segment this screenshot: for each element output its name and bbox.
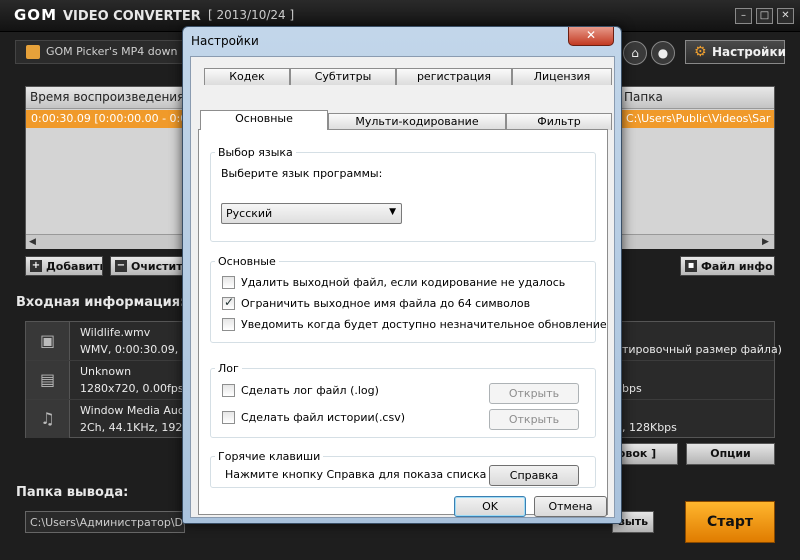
tab-codec[interactable]: Кодек bbox=[204, 68, 290, 85]
log-group: Лог Сделать лог файл (.log) Открыть Сдел… bbox=[210, 362, 596, 438]
make-log-label: Сделать лог файл (.log) bbox=[241, 384, 379, 397]
info-line: Wildlife.wmv bbox=[80, 326, 151, 339]
general-tab-page: Выбор языка Выберите язык программы: Рус… bbox=[198, 129, 608, 515]
hotkeys-group: Горячие клавиши Нажмите кнопку Справка д… bbox=[210, 450, 596, 488]
app-logo: GOM VIDEO CONVERTER bbox=[14, 6, 201, 24]
ok-button[interactable]: OK bbox=[454, 496, 526, 517]
chat-icon[interactable]: ● bbox=[651, 41, 675, 65]
checkmark-icon: ✓ bbox=[224, 295, 235, 309]
limit-filename-checkbox[interactable]: ✓ bbox=[222, 295, 235, 310]
tab-subtitles[interactable]: Субтитры bbox=[290, 68, 396, 85]
settings-dialog: Настройки ✕ Кодек Субтитры регистрация Л… bbox=[182, 26, 622, 524]
clear-button[interactable]: − Очистить bbox=[110, 256, 185, 276]
language-selected: Русский bbox=[226, 207, 273, 220]
clapperboard-icon: ▤ bbox=[26, 361, 70, 399]
home-icon[interactable]: ⌂ bbox=[623, 41, 647, 65]
info-icon: ▪ bbox=[685, 260, 697, 272]
options-button[interactable]: Опции bbox=[686, 443, 775, 465]
file-info-button[interactable]: ▪ Файл инфо bbox=[680, 256, 775, 276]
dialog-close-button[interactable]: ✕ bbox=[568, 27, 614, 46]
tab-registration[interactable]: регистрация bbox=[396, 68, 512, 85]
limit-filename-label: Ограничить выходное имя файла до 64 симв… bbox=[241, 297, 531, 310]
logo-product: VIDEO CONVERTER bbox=[63, 9, 201, 24]
delete-output-checkbox[interactable] bbox=[222, 276, 235, 289]
settings-label: Настройки bbox=[712, 45, 787, 59]
column-folder[interactable]: Папка bbox=[624, 90, 663, 104]
picker-text: GOM Picker's MP4 down bbox=[46, 45, 178, 58]
info-line: Unknown bbox=[80, 365, 132, 378]
start-button[interactable]: Старт bbox=[685, 501, 775, 543]
tab-multi-encoding[interactable]: Мульти-кодирование bbox=[328, 113, 506, 130]
info-value: bps bbox=[622, 382, 642, 395]
language-prompt: Выберите язык программы: bbox=[221, 167, 383, 180]
minus-icon: − bbox=[115, 260, 127, 272]
gear-icon: ⚙ bbox=[694, 44, 707, 60]
language-group: Выбор языка Выберите язык программы: Рус… bbox=[210, 146, 596, 242]
make-history-checkbox[interactable] bbox=[222, 411, 235, 424]
language-group-label: Выбор языка bbox=[215, 146, 296, 159]
chevron-down-icon: ▼ bbox=[389, 207, 396, 217]
info-line: 1280x720, 0.00fps, 0 bbox=[80, 382, 198, 395]
gom-picker-link[interactable]: GOM Picker's MP4 down bbox=[15, 40, 185, 64]
make-history-label: Сделать файл истории(.csv) bbox=[241, 411, 406, 424]
hotkeys-text: Нажмите кнопку Справка для показа списка bbox=[225, 468, 487, 481]
column-time[interactable]: Время воспроизведения bbox=[30, 90, 184, 104]
file-info-label: Файл инфо bbox=[701, 260, 773, 273]
add-button[interactable]: + Добавить bbox=[25, 256, 103, 276]
tab-general[interactable]: Основные bbox=[200, 110, 328, 130]
info-line: WMV, 0:00:30.09, 25 bbox=[80, 343, 196, 356]
disk-icon: ▣ bbox=[26, 322, 70, 360]
plus-icon: + bbox=[30, 260, 42, 272]
cancel-button[interactable]: Отмена bbox=[534, 496, 607, 517]
language-select[interactable]: Русский ▼ bbox=[221, 203, 402, 224]
tab-license[interactable]: Лицензия bbox=[512, 68, 612, 85]
output-path-field[interactable]: C:\Users\Администратор\Docu bbox=[25, 511, 185, 533]
minimize-button[interactable]: – bbox=[735, 8, 752, 24]
general-group-label: Основные bbox=[215, 255, 279, 268]
info-line: Window Media Audio bbox=[80, 404, 195, 417]
build-date: [ 2013/10/24 ] bbox=[208, 8, 295, 22]
help-button[interactable]: Справка bbox=[489, 465, 579, 486]
add-label: Добавить bbox=[46, 260, 103, 273]
info-value: , 128Kbps bbox=[622, 421, 677, 434]
notify-update-label: Уведомить когда будет доступно незначите… bbox=[241, 318, 607, 331]
dialog-body: Кодек Субтитры регистрация Лицензия Осно… bbox=[190, 56, 615, 518]
log-group-label: Лог bbox=[215, 362, 242, 375]
delete-output-label: Удалить выходной файл, если кодирование … bbox=[241, 276, 566, 289]
music-note-icon: ♫ bbox=[26, 400, 70, 438]
scroll-right-icon[interactable]: ▶ bbox=[762, 237, 769, 247]
dialog-title: Настройки bbox=[191, 34, 259, 48]
make-log-checkbox[interactable] bbox=[222, 384, 235, 397]
maximize-button[interactable]: □ bbox=[756, 8, 773, 24]
logo-brand: GOM bbox=[14, 6, 57, 24]
general-group: Основные Удалить выходной файл, если код… bbox=[210, 255, 607, 343]
tab-filter[interactable]: Фильтр bbox=[506, 113, 612, 130]
info-line: 2Ch, 44.1KHz, 192Ki bbox=[80, 421, 193, 434]
settings-button[interactable]: ⚙ Настройки bbox=[685, 40, 787, 64]
picker-icon bbox=[26, 45, 40, 59]
input-info-title: Входная информация: bbox=[16, 295, 186, 310]
hotkeys-group-label: Горячие клавиши bbox=[215, 450, 324, 463]
open-history-button[interactable]: Открыть bbox=[489, 409, 579, 430]
open-log-button[interactable]: Открыть bbox=[489, 383, 579, 404]
row-time: 0:00:30.09 [0:00:00.00 - 0:0 bbox=[31, 112, 188, 125]
row-folder: C:\Users\Public\Videos\Sar bbox=[626, 112, 771, 125]
notify-update-checkbox[interactable] bbox=[222, 318, 235, 331]
scroll-left-icon[interactable]: ◀ bbox=[29, 237, 36, 247]
output-folder-title: Папка вывода: bbox=[16, 485, 129, 500]
info-value: тировочный размер файла) bbox=[622, 343, 782, 356]
clear-label: Очистить bbox=[131, 260, 185, 273]
close-button[interactable]: ✕ bbox=[777, 8, 794, 24]
